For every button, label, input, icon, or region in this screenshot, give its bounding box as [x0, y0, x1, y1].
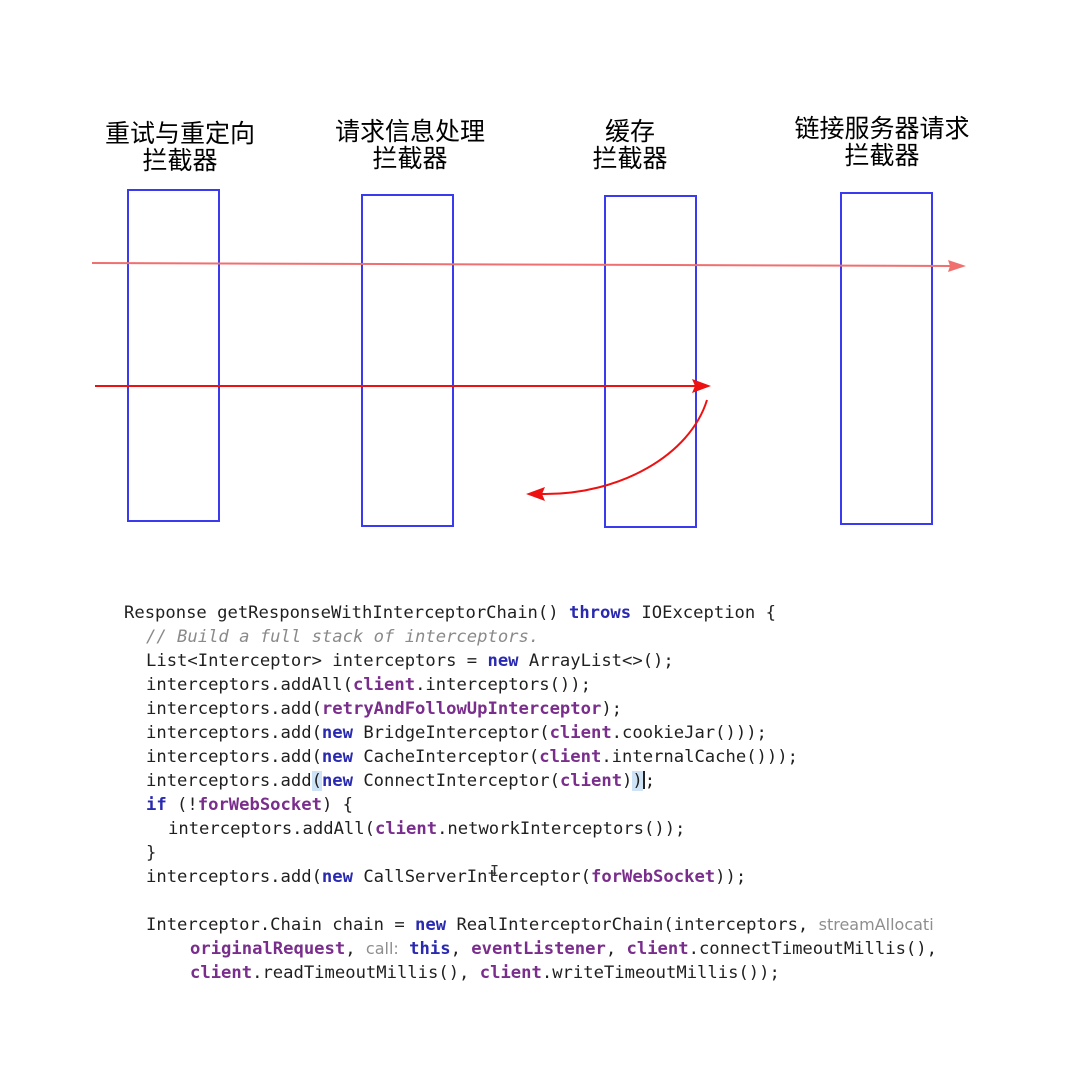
cache-interceptor-label: 缓存 拦截器: [550, 118, 710, 172]
code-line: }: [146, 843, 157, 863]
parameter-hint: streamAllocati: [818, 915, 934, 934]
code-line: Response getResponseWithInterceptorChain…: [124, 603, 776, 623]
label-line-1: 缓存: [604, 117, 655, 146]
label-line-2: 拦截器: [142, 146, 218, 175]
full-chain-arrow-line: [91, 262, 953, 267]
request-processing-interceptor-label: 请求信息处理 拦截器: [310, 118, 510, 172]
label-line-1: 链接服务器请求: [794, 114, 970, 143]
code-line: interceptors.add(retryAndFollowUpInterce…: [146, 699, 623, 719]
label-line-1: 重试与重定向: [104, 119, 255, 148]
label-line-2: 拦截器: [372, 144, 448, 173]
connect-server-interceptor-box: [840, 192, 933, 525]
code-line: if (!forWebSocket) {: [146, 795, 353, 815]
retry-redirect-interceptor-label: 重试与重定向 拦截器: [80, 120, 280, 174]
code-line: interceptors.add(new CacheInterceptor(cl…: [146, 747, 798, 767]
code-line: originalRequest, call: this, eventListen…: [190, 939, 937, 959]
request-processing-interceptor-box: [361, 194, 454, 527]
cache-interceptor-box: [604, 195, 697, 528]
code-line: interceptors.add(new BridgeInterceptor(c…: [146, 723, 767, 743]
bracket-highlight: (: [311, 771, 322, 791]
code-line: List<Interceptor> interceptors = new Arr…: [146, 651, 674, 671]
code-line: interceptors.addAll(client.interceptors(…: [146, 675, 591, 695]
mouse-ibeam-cursor-icon: I: [490, 862, 500, 880]
label-line-2: 拦截器: [844, 141, 920, 170]
retry-redirect-interceptor-box: [127, 189, 220, 522]
label-line-2: 拦截器: [592, 144, 668, 173]
connect-server-interceptor-label: 链接服务器请求 拦截器: [770, 115, 994, 169]
code-line-highlighted: interceptors.add(new ConnectInterceptor(…: [146, 771, 656, 791]
parameter-hint: call:: [365, 939, 399, 958]
code-line: client.readTimeoutMillis(), client.write…: [190, 963, 780, 983]
full-chain-arrowhead: [948, 260, 966, 272]
bracket-highlight: ): [632, 771, 643, 791]
code-line: interceptors.add(new CallServerIntercept…: [146, 867, 747, 887]
interceptor-chain-code: Response getResponseWithInterceptorChain…: [124, 601, 1004, 1001]
code-line: interceptors.addAll(client.networkInterc…: [168, 819, 686, 839]
cache-return-arrowhead: [526, 487, 545, 501]
label-line-1: 请求信息处理: [334, 117, 485, 146]
code-line: Interceptor.Chain chain = new RealInterc…: [146, 915, 934, 935]
code-comment: // Build a full stack of interceptors.: [146, 627, 540, 647]
